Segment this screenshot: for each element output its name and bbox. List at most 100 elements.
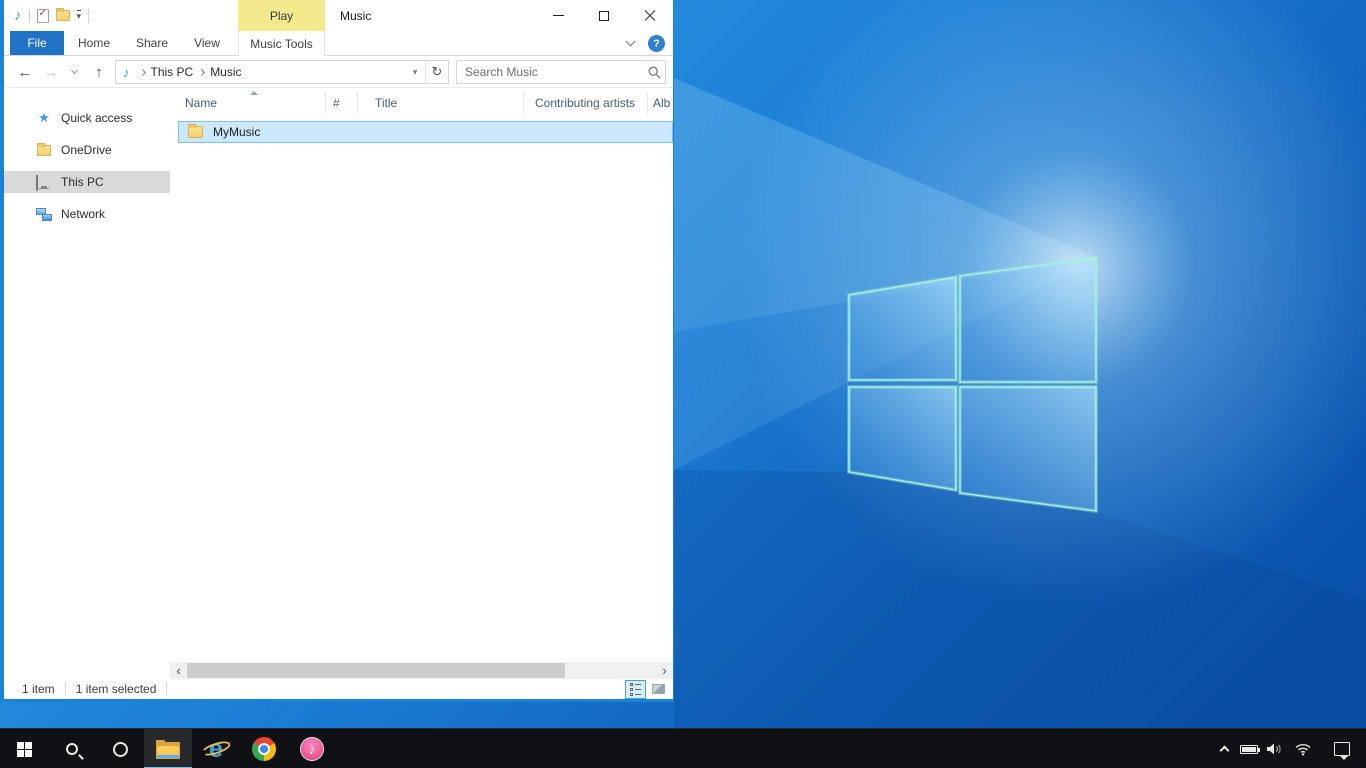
folder-icon xyxy=(188,126,203,138)
scroll-left-button[interactable]: ‹ xyxy=(170,662,187,679)
location-music-icon: ♪ xyxy=(123,65,130,80)
itunes-taskbar-button[interactable]: ♪ xyxy=(288,729,336,768)
tab-file[interactable]: File xyxy=(10,31,64,55)
back-button[interactable]: ← xyxy=(14,56,36,88)
check-icon: ✓ xyxy=(39,8,47,19)
column-resize-handle[interactable] xyxy=(325,92,326,114)
details-view-icon xyxy=(630,683,641,696)
quick-access-star-icon: ★ xyxy=(36,110,52,126)
system-tray xyxy=(1212,729,1366,768)
search-box[interactable] xyxy=(456,60,666,84)
breadcrumb-chevron-icon[interactable] xyxy=(198,68,205,75)
start-button[interactable] xyxy=(0,729,48,768)
main-area: ★ Quick access OneDrive This PC xyxy=(4,88,673,662)
chrome-icon xyxy=(252,737,276,761)
ribbon-tabs: File Home Share View Music Tools ? xyxy=(4,31,673,56)
column-header-title[interactable]: Title xyxy=(375,96,397,110)
sidebar-item-onedrive[interactable]: OneDrive xyxy=(4,139,170,161)
file-list-pane: Name # Title Contributing artists Alb My… xyxy=(170,88,673,662)
scrollbar-thumb[interactable] xyxy=(187,663,565,678)
minimize-icon xyxy=(553,15,564,16)
chrome-taskbar-button[interactable] xyxy=(240,729,288,768)
tab-view[interactable]: View xyxy=(180,31,234,55)
address-bar[interactable]: ♪ This PC Music ▾ ↻ xyxy=(115,60,449,84)
up-button[interactable]: ↑ xyxy=(88,56,110,88)
sidebar-item-label: Network xyxy=(61,207,105,221)
app-music-note-icon: ♪ xyxy=(14,7,22,24)
sort-ascending-icon xyxy=(250,91,258,95)
window-title: Music xyxy=(340,0,371,31)
status-bar: 1 item 1 item selected xyxy=(4,679,673,699)
scrollbar-row: ‹ › xyxy=(4,662,673,679)
internet-explorer-icon: e xyxy=(203,736,229,762)
column-header-album[interactable]: Alb xyxy=(653,96,670,110)
taskbar-buttons: e ♪ xyxy=(0,729,336,768)
tab-home[interactable]: Home xyxy=(64,31,124,55)
file-explorer-icon xyxy=(156,740,180,759)
chevron-down-icon xyxy=(625,37,635,47)
column-header-number[interactable]: # xyxy=(333,96,340,110)
maximize-button[interactable] xyxy=(581,0,627,31)
separator xyxy=(88,9,89,23)
customize-qat-dropdown[interactable]: ▾ xyxy=(77,10,82,21)
collapse-ribbon-button[interactable] xyxy=(623,36,637,50)
sidebar-item-label: OneDrive xyxy=(61,143,112,157)
file-explorer-taskbar-button[interactable] xyxy=(144,729,192,768)
column-header-contributing-artists[interactable]: Contributing artists xyxy=(535,96,635,110)
cortana-button[interactable] xyxy=(96,729,144,768)
close-button[interactable] xyxy=(627,0,673,31)
new-folder-button[interactable] xyxy=(56,10,70,21)
recent-locations-dropdown[interactable] xyxy=(66,56,82,88)
large-icons-view-button[interactable] xyxy=(648,680,669,699)
tab-share[interactable]: Share xyxy=(124,31,180,55)
scroll-right-button[interactable]: › xyxy=(656,662,673,679)
internet-explorer-taskbar-button[interactable]: e xyxy=(192,729,240,768)
action-center-button[interactable] xyxy=(1318,729,1366,768)
wifi-icon xyxy=(1294,742,1312,756)
column-resize-handle[interactable] xyxy=(357,92,358,114)
column-headers: Name # Title Contributing artists Alb xyxy=(170,88,673,118)
sidebar-item-quick-access[interactable]: ★ Quick access xyxy=(4,107,170,129)
separator xyxy=(65,682,66,696)
computer-icon xyxy=(36,174,52,190)
battery-indicator[interactable] xyxy=(1236,729,1262,768)
onedrive-folder-icon xyxy=(36,142,52,158)
help-button[interactable]: ? xyxy=(648,35,665,52)
refresh-button[interactable]: ↻ xyxy=(426,64,448,80)
column-header-name[interactable]: Name xyxy=(185,96,217,110)
action-center-icon xyxy=(1334,742,1350,756)
show-hidden-icons-button[interactable] xyxy=(1212,729,1236,768)
sidebar-item-label: Quick access xyxy=(61,111,132,125)
details-view-button[interactable] xyxy=(625,680,646,699)
breadcrumb-music[interactable]: Music xyxy=(210,65,241,79)
address-dropdown[interactable]: ▾ xyxy=(405,67,425,78)
search-input[interactable] xyxy=(457,65,643,79)
minimize-button[interactable] xyxy=(535,0,581,31)
items-count: 1 item xyxy=(22,682,55,696)
taskbar-search-button[interactable] xyxy=(48,729,96,768)
title-bar: ♪ ✓ ▾ Play Music xyxy=(4,0,673,31)
file-row-mymusic[interactable]: MyMusic xyxy=(178,121,673,143)
view-toggle-buttons xyxy=(625,679,669,699)
selection-count: 1 item selected xyxy=(76,682,157,696)
scrollbar-spacer xyxy=(4,662,170,679)
close-icon xyxy=(644,10,656,22)
volume-indicator[interactable] xyxy=(1262,729,1288,768)
properties-button[interactable]: ✓ xyxy=(37,9,49,23)
tab-play[interactable]: Play xyxy=(238,0,325,31)
network-icon xyxy=(36,206,52,222)
breadcrumb-chevron-icon[interactable] xyxy=(138,68,145,75)
maximize-icon xyxy=(599,11,609,21)
breadcrumb-this-pc[interactable]: This PC xyxy=(151,65,194,79)
tab-music-tools[interactable]: Music Tools xyxy=(238,31,325,56)
search-icon xyxy=(66,743,78,755)
chevron-down-icon xyxy=(70,67,77,74)
column-resize-handle[interactable] xyxy=(647,92,648,114)
column-resize-handle[interactable] xyxy=(523,92,524,114)
search-icon[interactable] xyxy=(643,66,665,79)
sidebar-item-this-pc[interactable]: This PC xyxy=(4,171,170,193)
horizontal-scrollbar[interactable]: ‹ › xyxy=(170,662,673,679)
wifi-indicator[interactable] xyxy=(1288,729,1318,768)
forward-button[interactable]: → xyxy=(40,56,62,88)
sidebar-item-network[interactable]: Network xyxy=(4,203,170,225)
